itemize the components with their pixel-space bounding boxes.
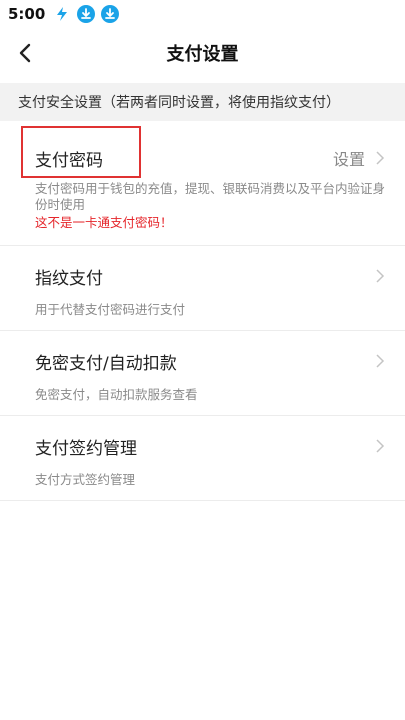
payment-password-row[interactable]: 支付密码 设置 支付密码用于钱包的充值，提现、银联码消费以及平台内验证身份时使用… — [0, 135, 405, 246]
payment-contract-label: 支付签约管理 — [35, 438, 137, 459]
section-header: 支付安全设置（若两者同时设置，将使用指纹支付） — [0, 83, 405, 121]
fingerprint-payment-row[interactable]: 指纹支付 用于代替支付密码进行支付 — [0, 254, 405, 331]
payment-contract-desc: 支付方式签约管理 — [35, 472, 136, 487]
fingerprint-payment-label: 指纹支付 — [35, 268, 103, 289]
payment-password-value: 设置 — [332, 150, 365, 169]
chevron-right-icon — [376, 354, 385, 368]
status-time: 5:00 — [8, 5, 46, 23]
payment-contract-row[interactable]: 支付签约管理 支付方式签约管理 — [0, 424, 405, 501]
page-title: 支付设置 — [166, 44, 239, 65]
chevron-left-icon — [19, 43, 31, 63]
chevron-right-icon — [376, 151, 385, 165]
password-free-payment-desc: 免密支付，自动扣款服务查看 — [35, 387, 198, 402]
nav-bar: 支付设置 — [0, 28, 405, 78]
status-bar: 5:00 — [0, 0, 405, 28]
download-icon — [77, 5, 96, 23]
download-icon — [101, 5, 120, 23]
password-free-payment-label: 免密支付/自动扣款 — [35, 353, 177, 374]
payment-password-warning: 这不是一卡通支付密码！ — [35, 215, 173, 230]
lightning-icon — [53, 5, 71, 23]
fingerprint-payment-desc: 用于代替支付密码进行支付 — [35, 302, 186, 317]
password-free-payment-row[interactable]: 免密支付/自动扣款 免密支付，自动扣款服务查看 — [0, 339, 405, 416]
back-button[interactable] — [8, 36, 42, 70]
chevron-right-icon — [376, 439, 385, 453]
chevron-right-icon — [376, 269, 385, 283]
payment-password-label: 支付密码 — [35, 150, 103, 171]
payment-password-desc: 支付密码用于钱包的充值，提现、银联码消费以及平台内验证身份时使用 — [35, 181, 386, 212]
